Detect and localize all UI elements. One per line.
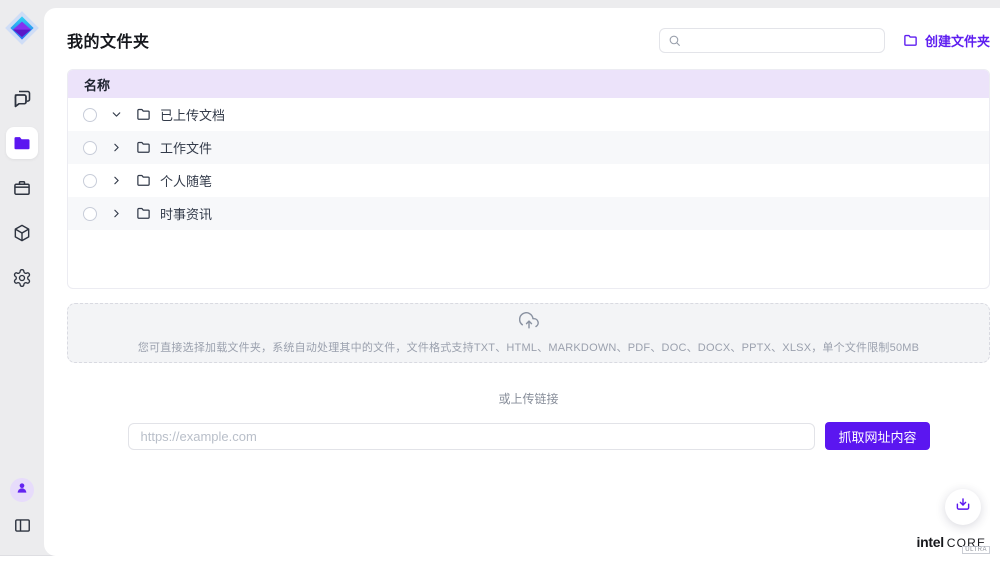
row-checkbox[interactable] [83, 108, 97, 122]
chat-icon [12, 88, 33, 109]
sidebar-nav [6, 82, 38, 307]
or-upload-link-label: 或上传链接 [67, 390, 990, 407]
chevron-right-icon[interactable] [110, 207, 123, 220]
sidebar-item-folders[interactable] [6, 127, 38, 159]
create-folder-button[interactable]: 创建文件夹 [903, 31, 990, 50]
name-column-header: 名称 [84, 75, 110, 94]
sidebar-item-chat[interactable] [6, 82, 38, 114]
folder-icon [136, 173, 151, 188]
table-row[interactable]: 个人随笔 [68, 164, 989, 197]
page-title: 我的文件夹 [67, 28, 150, 52]
gear-icon [12, 268, 32, 288]
table-row[interactable]: 工作文件 [68, 131, 989, 164]
folder-name: 工作文件 [160, 138, 212, 157]
folder-icon [136, 107, 151, 122]
row-checkbox[interactable] [83, 207, 97, 221]
folder-icon [12, 133, 32, 153]
briefcase-icon [12, 178, 32, 198]
sidebar-item-workspace[interactable] [6, 172, 38, 204]
table-row[interactable]: 已上传文档 [68, 98, 989, 131]
sidebar-item-settings[interactable] [6, 262, 38, 294]
row-checkbox[interactable] [83, 141, 97, 155]
sidebar-bottom [10, 478, 34, 540]
intel-core-logo: intel CORE ULTRA [917, 534, 991, 554]
url-input[interactable] [128, 423, 816, 450]
chevron-right-icon[interactable] [110, 174, 123, 187]
collapse-panel-button[interactable] [13, 516, 32, 540]
folder-icon [136, 140, 151, 155]
create-folder-label: 创建文件夹 [925, 31, 990, 50]
search-box[interactable] [659, 28, 885, 53]
ultra-badge: ULTRA [962, 546, 990, 554]
folder-name: 时事资讯 [160, 204, 212, 223]
intel-brand-text: intel [917, 534, 944, 550]
account-avatar[interactable] [10, 478, 34, 502]
search-icon [668, 34, 681, 47]
table-header: 名称 [68, 70, 989, 98]
app-logo-icon[interactable] [3, 9, 41, 52]
table-row[interactable]: 时事资讯 [68, 197, 989, 230]
upload-hint: 您可直接选择加载文件夹，系统自动处理其中的文件，文件格式支持TXT、HTML、M… [138, 339, 919, 355]
app-window: 我的文件夹 创建文件夹 名称 [0, 0, 1000, 563]
panel-icon [13, 522, 32, 539]
header-bar: 我的文件夹 创建文件夹 [67, 27, 990, 53]
person-icon [15, 481, 29, 500]
cube-icon [12, 223, 32, 243]
folder-table: 名称 已上传文档 工作文件 [67, 69, 990, 289]
row-checkbox[interactable] [83, 174, 97, 188]
sidebar [0, 0, 44, 556]
link-upload-row: 抓取网址内容 [128, 422, 930, 450]
fetch-url-button[interactable]: 抓取网址内容 [825, 422, 929, 450]
folder-icon [903, 33, 918, 48]
folder-icon [136, 206, 151, 221]
upload-dropzone[interactable]: 您可直接选择加载文件夹，系统自动处理其中的文件，文件格式支持TXT、HTML、M… [67, 303, 990, 363]
main-panel: 我的文件夹 创建文件夹 名称 [44, 8, 1000, 556]
download-icon [954, 496, 972, 519]
chevron-right-icon[interactable] [110, 141, 123, 154]
sidebar-item-models[interactable] [6, 217, 38, 249]
chevron-down-icon[interactable] [110, 108, 123, 121]
folder-name: 个人随笔 [160, 171, 212, 190]
search-input[interactable] [687, 33, 876, 47]
folder-name: 已上传文档 [160, 105, 225, 124]
cloud-upload-icon [519, 312, 539, 337]
download-fab[interactable] [945, 489, 981, 525]
